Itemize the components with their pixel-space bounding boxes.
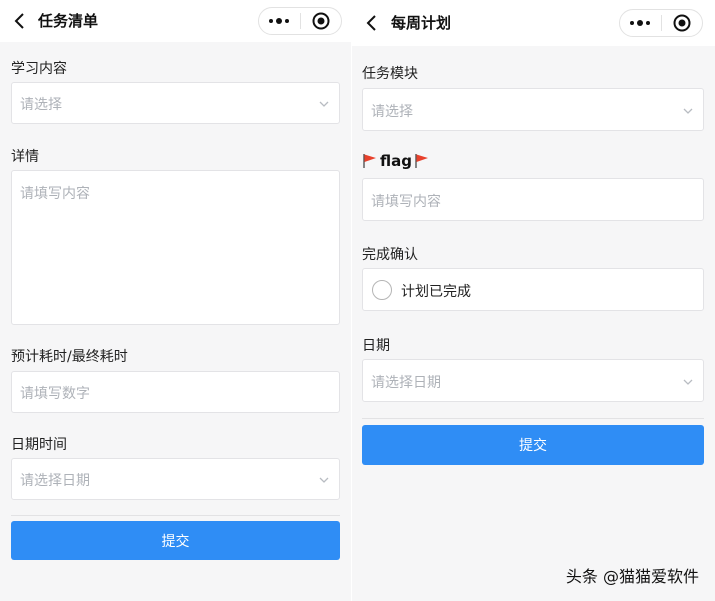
datetime-label: 日期时间 <box>11 437 67 453</box>
watermark-text: 头条 @猫猫爱软件 <box>565 567 699 586</box>
chevron-down-icon <box>683 108 693 114</box>
module-placeholder: 请选择 <box>371 104 413 120</box>
weekly-plan-screen: 每周计划 任务模块 请选择 flag 请填写内容 完成确认 计划已完成 日期 请… <box>352 0 715 601</box>
chevron-down-icon <box>319 477 329 483</box>
confirm-label: 完成确认 <box>362 247 418 263</box>
study-content-select[interactable]: 请选择 <box>11 82 340 124</box>
datetime-placeholder: 请选择日期 <box>20 473 90 489</box>
divider-line <box>11 515 340 516</box>
study-content-placeholder: 请选择 <box>20 97 62 113</box>
chevron-left-icon[interactable] <box>8 9 32 33</box>
date-placeholder: 请选择日期 <box>371 375 441 391</box>
submit-button[interactable]: 提交 <box>362 425 704 465</box>
navbar: 每周计划 <box>352 0 715 46</box>
submit-button[interactable]: 提交 <box>11 521 340 560</box>
details-label: 详情 <box>11 149 39 165</box>
confirm-option-label: 计划已完成 <box>401 284 471 300</box>
module-label: 任务模块 <box>362 66 418 82</box>
divider-line <box>362 418 704 419</box>
page-title: 每周计划 <box>391 14 452 32</box>
time-input[interactable]: 请填写数字 <box>11 371 340 413</box>
details-placeholder: 请填写内容 <box>20 186 90 202</box>
mini-program-capsule <box>619 9 703 37</box>
task-list-screen: 任务清单 学习内容 请选择 详情 请填写内容 预计耗时/最终耗时 请填写数字 日… <box>0 0 351 601</box>
red-flag-icon <box>415 154 428 168</box>
flag-placeholder: 请填写内容 <box>371 194 441 210</box>
study-content-label: 学习内容 <box>11 61 67 77</box>
page-title: 任务清单 <box>38 12 99 30</box>
time-label: 预计耗时/最终耗时 <box>11 349 128 365</box>
flag-label: flag <box>362 152 430 170</box>
confirm-checkbox-row[interactable]: 计划已完成 <box>362 268 704 311</box>
chevron-down-icon <box>683 379 693 385</box>
more-dots-icon[interactable] <box>259 8 300 34</box>
more-dots-icon[interactable] <box>620 10 661 36</box>
chevron-left-icon[interactable] <box>360 11 384 35</box>
target-icon[interactable] <box>300 8 341 34</box>
flag-label-text: flag <box>380 152 412 170</box>
navbar: 任务清单 <box>0 0 351 42</box>
details-textarea[interactable]: 请填写内容 <box>11 170 340 325</box>
red-flag-icon <box>363 154 376 168</box>
time-placeholder: 请填写数字 <box>20 386 90 402</box>
date-label: 日期 <box>362 338 390 354</box>
date-picker[interactable]: 请选择日期 <box>362 359 704 402</box>
chevron-down-icon <box>319 101 329 107</box>
flag-input[interactable]: 请填写内容 <box>362 178 704 221</box>
module-select[interactable]: 请选择 <box>362 88 704 131</box>
target-icon[interactable] <box>661 10 702 36</box>
mini-program-capsule <box>258 7 342 35</box>
radio-circle[interactable] <box>372 280 392 300</box>
datetime-picker[interactable]: 请选择日期 <box>11 458 340 500</box>
